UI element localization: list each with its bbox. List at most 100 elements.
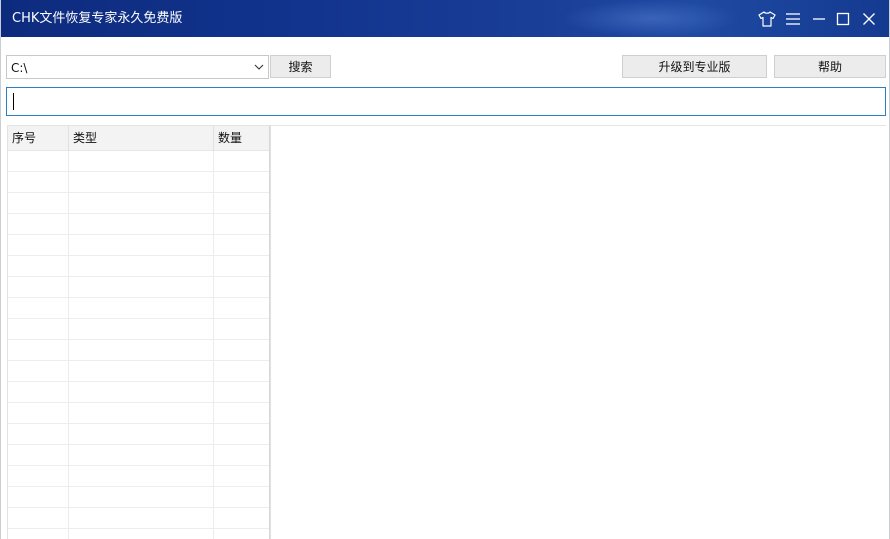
table-row[interactable] — [8, 214, 269, 235]
table-row[interactable] — [8, 151, 269, 172]
table-cell — [8, 172, 69, 193]
table-row[interactable] — [8, 277, 269, 298]
table-row[interactable] — [8, 193, 269, 214]
table-cell — [214, 235, 269, 256]
column-header-type[interactable]: 类型 — [69, 126, 214, 151]
table-row[interactable] — [8, 256, 269, 277]
table-cell — [214, 319, 269, 340]
file-content-pane[interactable] — [270, 125, 886, 539]
table-cell — [214, 298, 269, 319]
menu-icon — [786, 13, 800, 25]
table-cell — [214, 382, 269, 403]
drive-select[interactable]: C:\ — [6, 55, 269, 79]
table-row[interactable] — [8, 424, 269, 445]
skin-button[interactable] — [757, 9, 777, 29]
table-body — [8, 151, 269, 539]
table-cell — [69, 277, 214, 298]
table-cell — [8, 319, 69, 340]
table-cell — [214, 487, 269, 508]
table-cell — [8, 235, 69, 256]
table-row[interactable] — [8, 319, 269, 340]
close-icon — [863, 13, 875, 25]
table-cell — [214, 361, 269, 382]
table-row[interactable] — [8, 487, 269, 508]
table-cell — [214, 256, 269, 277]
table-row[interactable] — [8, 298, 269, 319]
column-header-index[interactable]: 序号 — [8, 126, 69, 151]
table-cell — [8, 361, 69, 382]
table-row[interactable] — [8, 529, 269, 539]
table-cell — [8, 445, 69, 466]
title-bar-decoration — [561, 0, 741, 37]
upgrade-button[interactable]: 升级到专业版 — [622, 55, 767, 78]
table-cell — [8, 256, 69, 277]
table-cell — [8, 529, 69, 539]
table-cell — [69, 487, 214, 508]
table-cell — [69, 529, 214, 539]
window-title: CHK文件恢复专家永久免费版 — [12, 11, 183, 26]
table-cell — [214, 403, 269, 424]
table-cell — [69, 193, 214, 214]
path-input[interactable] — [6, 87, 886, 116]
table-cell — [69, 235, 214, 256]
drive-select-value: C:\ — [11, 61, 28, 75]
table-cell — [8, 298, 69, 319]
table-cell — [214, 172, 269, 193]
results-table: 序号 类型 数量 — [7, 125, 270, 539]
table-row[interactable] — [8, 508, 269, 529]
close-button[interactable] — [859, 9, 879, 29]
chevron-down-icon[interactable] — [253, 61, 265, 73]
table-cell — [69, 172, 214, 193]
table-cell — [8, 424, 69, 445]
table-cell — [8, 277, 69, 298]
column-header-count[interactable]: 数量 — [214, 126, 269, 151]
table-cell — [69, 256, 214, 277]
table-row[interactable] — [8, 382, 269, 403]
table-cell — [214, 193, 269, 214]
table-cell — [69, 151, 214, 172]
table-row[interactable] — [8, 445, 269, 466]
table-cell — [8, 508, 69, 529]
title-bar[interactable]: CHK文件恢复专家永久免费版 — [1, 0, 889, 37]
table-cell — [8, 466, 69, 487]
app-window: CHK文件恢复专家永久免费版 C:\ 搜索 升级到专业版 帮助 序号 类型 数量 — [0, 0, 890, 539]
table-cell — [214, 424, 269, 445]
table-cell — [69, 466, 214, 487]
search-button[interactable]: 搜索 — [270, 55, 331, 78]
text-caret — [13, 93, 14, 110]
help-button[interactable]: 帮助 — [774, 55, 886, 78]
table-cell — [8, 340, 69, 361]
table-cell — [214, 445, 269, 466]
shirt-icon — [758, 11, 776, 27]
table-row[interactable] — [8, 361, 269, 382]
table-cell — [8, 214, 69, 235]
table-cell — [214, 508, 269, 529]
table-cell — [69, 382, 214, 403]
table-cell — [69, 319, 214, 340]
table-cell — [69, 445, 214, 466]
table-cell — [69, 403, 214, 424]
table-row[interactable] — [8, 235, 269, 256]
table-row[interactable] — [8, 403, 269, 424]
menu-button[interactable] — [783, 9, 803, 29]
table-cell — [69, 298, 214, 319]
table-cell — [69, 508, 214, 529]
table-cell — [214, 214, 269, 235]
table-cell — [8, 193, 69, 214]
maximize-button[interactable] — [833, 9, 853, 29]
table-cell — [214, 151, 269, 172]
table-cell — [8, 403, 69, 424]
table-cell — [69, 214, 214, 235]
table-cell — [69, 424, 214, 445]
minimize-button[interactable] — [809, 9, 829, 29]
table-header: 序号 类型 数量 — [8, 126, 269, 151]
table-row[interactable] — [8, 466, 269, 487]
table-row[interactable] — [8, 340, 269, 361]
table-cell — [8, 151, 69, 172]
table-cell — [69, 340, 214, 361]
minimize-icon — [813, 18, 825, 20]
table-row[interactable] — [8, 172, 269, 193]
maximize-icon — [836, 12, 850, 26]
table-cell — [69, 361, 214, 382]
table-cell — [214, 277, 269, 298]
